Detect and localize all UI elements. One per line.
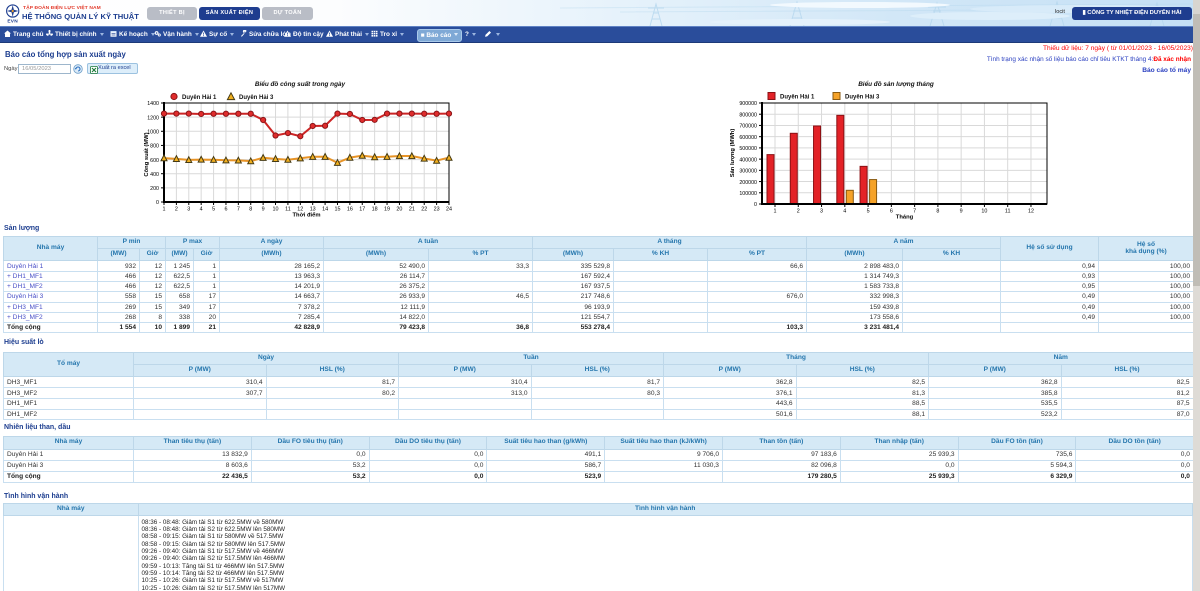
svg-text:8: 8 bbox=[249, 206, 252, 212]
svg-text:5: 5 bbox=[212, 206, 215, 212]
svg-text:21: 21 bbox=[409, 206, 415, 212]
svg-text:Duyên Hải 3: Duyên Hải 3 bbox=[239, 95, 274, 101]
svg-text:11: 11 bbox=[285, 206, 291, 212]
svg-text:10: 10 bbox=[981, 208, 987, 214]
svg-text:Duyên Hải 1: Duyên Hải 1 bbox=[780, 95, 815, 101]
svg-text:Biểu đồ sản lượng tháng: Biểu đồ sản lượng tháng bbox=[858, 79, 934, 88]
svg-text:900000: 900000 bbox=[739, 101, 757, 107]
svg-text:200000: 200000 bbox=[739, 180, 757, 186]
svg-text:300000: 300000 bbox=[739, 169, 757, 175]
svg-text:700000: 700000 bbox=[739, 124, 757, 130]
svg-text:9: 9 bbox=[262, 206, 265, 212]
svg-text:2: 2 bbox=[175, 206, 178, 212]
svg-text:100000: 100000 bbox=[739, 191, 757, 197]
svg-text:14: 14 bbox=[322, 206, 328, 212]
svg-text:Công suất (MW): Công suất (MW) bbox=[143, 132, 150, 176]
svg-text:6: 6 bbox=[224, 206, 227, 212]
svg-text:19: 19 bbox=[384, 206, 390, 212]
svg-text:23: 23 bbox=[434, 206, 440, 212]
svg-text:0: 0 bbox=[156, 200, 159, 206]
svg-text:Biểu đồ công suất trong ngày: Biểu đồ công suất trong ngày bbox=[255, 79, 346, 88]
svg-text:0: 0 bbox=[754, 202, 757, 208]
svg-text:400000: 400000 bbox=[739, 157, 757, 163]
svg-text:600: 600 bbox=[150, 158, 159, 164]
svg-text:18: 18 bbox=[372, 206, 378, 212]
svg-text:200: 200 bbox=[150, 186, 159, 192]
svg-text:7: 7 bbox=[913, 208, 916, 214]
svg-text:800000: 800000 bbox=[739, 112, 757, 118]
svg-text:6: 6 bbox=[890, 208, 893, 214]
svg-text:16: 16 bbox=[347, 206, 353, 212]
svg-text:9: 9 bbox=[960, 208, 963, 214]
svg-text:Tháng: Tháng bbox=[896, 215, 914, 221]
svg-text:22: 22 bbox=[421, 206, 427, 212]
svg-text:Duyên Hải 3: Duyên Hải 3 bbox=[845, 95, 880, 101]
svg-text:3: 3 bbox=[820, 208, 823, 214]
svg-text:1: 1 bbox=[163, 206, 166, 212]
svg-text:1200: 1200 bbox=[147, 115, 159, 121]
svg-text:400: 400 bbox=[150, 172, 159, 178]
svg-text:20: 20 bbox=[396, 206, 402, 212]
svg-text:12: 12 bbox=[1028, 208, 1034, 214]
svg-text:4: 4 bbox=[843, 208, 846, 214]
svg-text:17: 17 bbox=[359, 206, 365, 212]
svg-text:3: 3 bbox=[187, 206, 190, 212]
svg-text:13: 13 bbox=[310, 206, 316, 212]
svg-text:Sản lượng (MWh): Sản lượng (MWh) bbox=[730, 129, 736, 178]
svg-text:12: 12 bbox=[297, 206, 303, 212]
svg-text:11: 11 bbox=[1005, 208, 1011, 214]
svg-text:10: 10 bbox=[273, 206, 279, 212]
svg-text:15: 15 bbox=[334, 206, 340, 212]
svg-text:600000: 600000 bbox=[739, 135, 757, 141]
svg-text:4: 4 bbox=[200, 206, 203, 212]
svg-text:5: 5 bbox=[867, 208, 870, 214]
svg-text:2: 2 bbox=[797, 208, 800, 214]
svg-text:7: 7 bbox=[237, 206, 240, 212]
svg-text:24: 24 bbox=[446, 206, 452, 212]
svg-text:800: 800 bbox=[150, 144, 159, 150]
svg-text:8: 8 bbox=[936, 208, 939, 214]
svg-text:1400: 1400 bbox=[147, 101, 159, 107]
svg-text:1: 1 bbox=[774, 208, 777, 214]
svg-text:EVN: EVN bbox=[7, 19, 18, 25]
svg-text:500000: 500000 bbox=[739, 146, 757, 152]
svg-text:Duyên Hải 1: Duyên Hải 1 bbox=[182, 95, 217, 101]
svg-text:Thời điểm: Thời điểm bbox=[293, 212, 321, 219]
